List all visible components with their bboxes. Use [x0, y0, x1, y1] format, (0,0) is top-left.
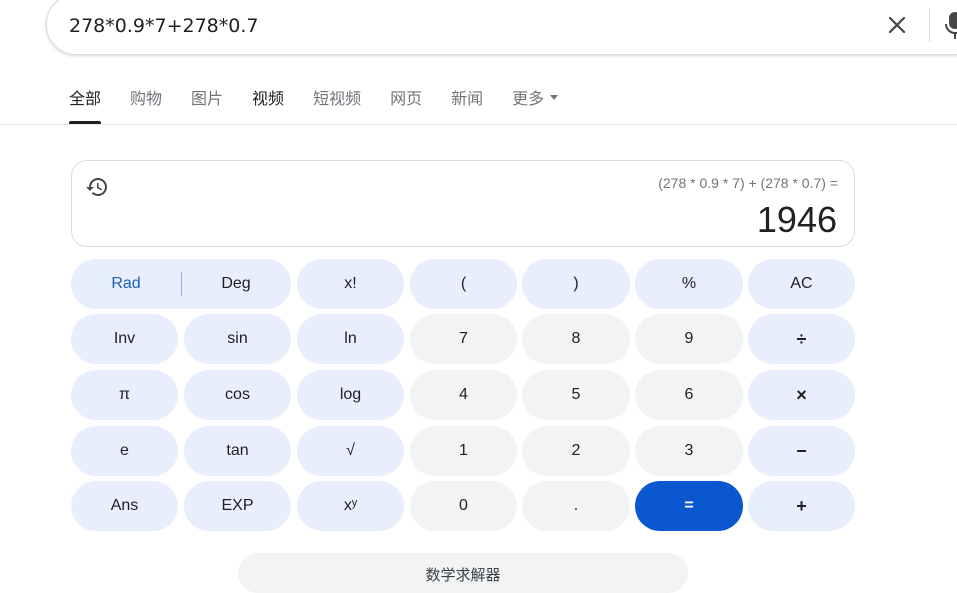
- tab-short-videos[interactable]: 短视频: [313, 88, 361, 124]
- key-inverse[interactable]: Inv: [71, 314, 178, 364]
- key-sin[interactable]: sin: [184, 314, 291, 364]
- key-subtract[interactable]: −: [748, 426, 855, 476]
- calculator-result: 1946: [756, 199, 837, 240]
- caret-down-icon: [550, 95, 559, 100]
- tab-shopping[interactable]: 购物: [130, 88, 162, 124]
- tabs-divider: [0, 124, 957, 125]
- math-solver-label: 数学求解器: [425, 566, 501, 584]
- key-log[interactable]: log: [297, 370, 404, 420]
- tab-web[interactable]: 网页: [390, 88, 422, 124]
- key-multiply[interactable]: ×: [748, 370, 855, 420]
- key-answer[interactable]: Ans: [71, 481, 178, 531]
- key-3[interactable]: 3: [635, 426, 743, 476]
- microphone-icon[interactable]: [945, 10, 957, 40]
- key-add[interactable]: +: [748, 481, 855, 531]
- key-5[interactable]: 5: [522, 370, 630, 420]
- close-icon[interactable]: [885, 13, 909, 37]
- tab-news[interactable]: 新闻: [451, 88, 483, 124]
- key-ln[interactable]: ln: [297, 314, 404, 364]
- key-equals[interactable]: =: [635, 481, 743, 531]
- tab-all[interactable]: 全部: [69, 88, 102, 124]
- key-tan[interactable]: tan: [184, 426, 291, 476]
- tab-more[interactable]: 更多: [512, 88, 559, 124]
- key-factorial[interactable]: x!: [297, 259, 404, 309]
- key-2[interactable]: 2: [522, 426, 630, 476]
- key-cos[interactable]: cos: [184, 370, 291, 420]
- key-6[interactable]: 6: [635, 370, 743, 420]
- key-9[interactable]: 9: [635, 314, 743, 364]
- key-percent[interactable]: %: [635, 259, 743, 309]
- search-input[interactable]: 278*0.9*7+278*0.7: [69, 15, 258, 37]
- tab-videos[interactable]: 视频: [252, 88, 284, 124]
- key-power[interactable]: xʸ: [297, 481, 404, 531]
- deg-option[interactable]: Deg: [181, 275, 291, 293]
- key-decimal[interactable]: .: [522, 481, 630, 531]
- key-e[interactable]: e: [71, 426, 178, 476]
- search-bar[interactable]: 278*0.9*7+278*0.7: [46, 0, 957, 55]
- history-icon[interactable]: [85, 175, 109, 199]
- key-open-paren[interactable]: (: [410, 259, 517, 309]
- search-bar-divider: [929, 8, 930, 42]
- key-pi[interactable]: π: [71, 370, 178, 420]
- key-7[interactable]: 7: [410, 314, 517, 364]
- search-tabs: 全部 购物 图片 视频 短视频 网页 新闻 更多: [69, 88, 587, 124]
- rad-option[interactable]: Rad: [71, 275, 181, 293]
- key-sqrt[interactable]: √: [297, 426, 404, 476]
- key-exp[interactable]: EXP: [184, 481, 291, 531]
- key-divide[interactable]: ÷: [748, 314, 855, 364]
- calculator-expression: (278 * 0.9 * 7) + (278 * 0.7) =: [658, 175, 838, 191]
- key-close-paren[interactable]: ): [522, 259, 630, 309]
- tab-more-label: 更多: [512, 89, 545, 108]
- key-all-clear[interactable]: AC: [748, 259, 855, 309]
- angle-mode-toggle[interactable]: Rad Deg: [71, 259, 291, 309]
- tab-images[interactable]: 图片: [191, 88, 223, 124]
- math-solver-button[interactable]: 数学求解器: [238, 553, 688, 593]
- key-1[interactable]: 1: [410, 426, 517, 476]
- key-4[interactable]: 4: [410, 370, 517, 420]
- key-0[interactable]: 0: [410, 481, 517, 531]
- key-8[interactable]: 8: [522, 314, 630, 364]
- calculator-display: (278 * 0.9 * 7) + (278 * 0.7) = 1946: [71, 160, 855, 247]
